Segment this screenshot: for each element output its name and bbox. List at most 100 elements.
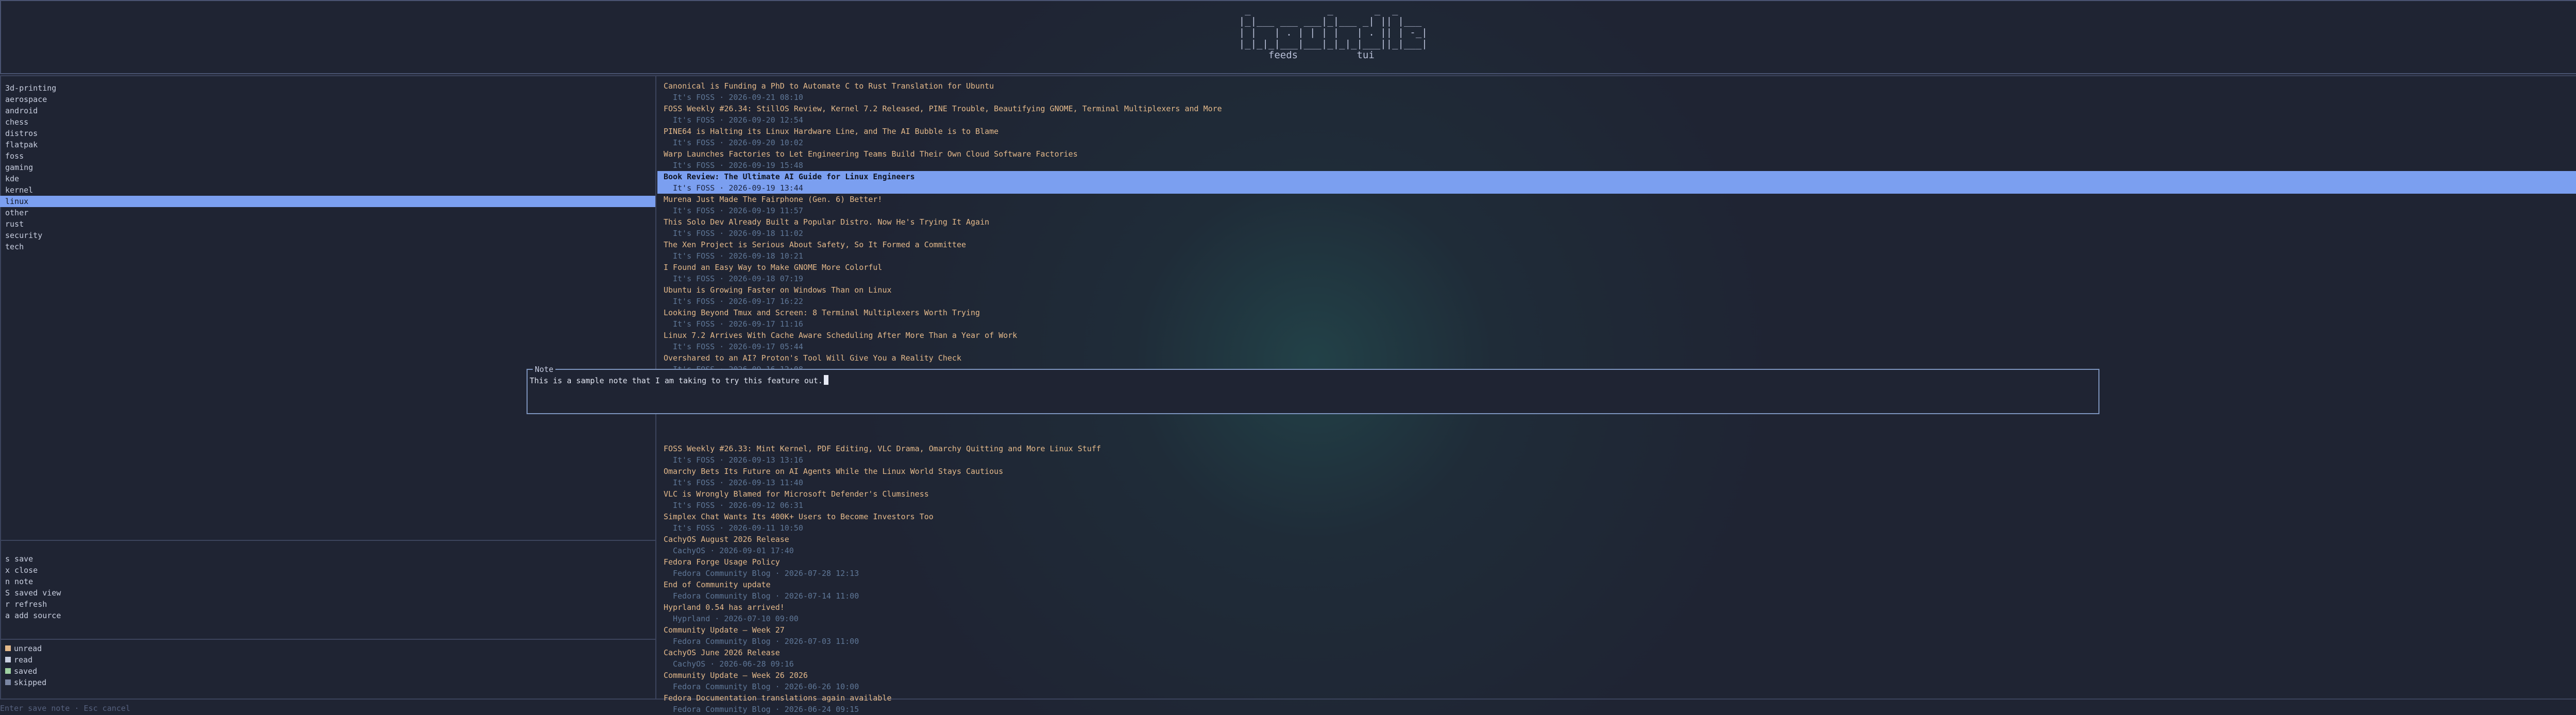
article-title: Murena Just Made The Fairphone (Gen. 6) … [664, 195, 883, 204]
article-title: I Found an Easy Way to Make GNOME More C… [664, 263, 883, 272]
sidebar-item-distros[interactable]: distros [0, 128, 655, 139]
sidebar-item-3d-printing[interactable]: 3d-printing [0, 82, 655, 94]
legend-label: unread [14, 644, 42, 653]
sidebar-item-android[interactable]: android [0, 105, 655, 116]
article-row[interactable]: Murena Just Made The Fairphone (Gen. 6) … [657, 194, 2576, 216]
article-title: FOSS Weekly #26.34: StillOS Review, Kern… [664, 104, 1222, 113]
article-title: VLC is Wrongly Blamed for Microsoft Defe… [664, 489, 929, 499]
legend-item-read: read [0, 654, 655, 666]
sidebar-item-flatpak[interactable]: flatpak [0, 139, 655, 150]
sidebar-divider [0, 540, 655, 541]
article-title: FOSS Weekly #26.33: Mint Kernel, PDF Edi… [664, 444, 1101, 453]
sidebar-item-gaming[interactable]: gaming [0, 162, 655, 173]
article-meta: It's FOSS · 2026-09-20 12:54 [673, 115, 803, 125]
sidebar-item-other[interactable]: other [0, 207, 655, 218]
article-meta: It's FOSS · 2026-09-13 13:16 [673, 455, 803, 465]
article-row[interactable]: Looking Beyond Tmux and Screen: 8 Termin… [657, 307, 2576, 330]
legend-swatch-icon [5, 645, 11, 651]
keybind-hint: r refresh [5, 600, 47, 609]
article-meta: It's FOSS · 2026-09-12 06:31 [673, 501, 803, 510]
article-row[interactable]: FOSS Weekly #26.33: Mint Kernel, PDF Edi… [657, 443, 2576, 466]
sidebar-item-kernel[interactable]: kernel [0, 184, 655, 196]
sidebar-item-chess[interactable]: chess [0, 116, 655, 128]
article-title: End of Community update [664, 580, 771, 589]
article-title: Book Review: The Ultimate AI Guide for L… [664, 172, 915, 181]
article-row[interactable]: This Solo Dev Already Built a Popular Di… [657, 216, 2576, 239]
status-legend: unread read saved skipped [0, 643, 655, 688]
article-row[interactable]: I Found an Easy Way to Make GNOME More C… [657, 262, 2576, 284]
article-title: Community Update – Week 26 2026 [664, 671, 808, 680]
article-row[interactable]: CachyOS August 2026 Release CachyOS · 202… [657, 534, 2576, 556]
sidebar-item-security[interactable]: security [0, 230, 655, 241]
article-meta: It's FOSS · 2026-09-19 13:44 [673, 183, 803, 193]
article-meta: It's FOSS · 2026-09-18 07:19 [673, 274, 803, 283]
article-row[interactable]: Linux 7.2 Arrives With Cache Aware Sched… [657, 330, 2576, 352]
article-row[interactable]: CachyOS June 2026 Release CachyOS · 2026-… [657, 647, 2576, 670]
status-bar: Enter save note · Esc cancel [0, 704, 130, 713]
article-meta: It's FOSS · 2026-09-19 11:57 [673, 206, 803, 215]
article-row[interactable]: Book Review: The Ultimate AI Guide for L… [657, 171, 2576, 194]
article-row[interactable]: PINE64 is Halting its Linux Hardware Lin… [657, 126, 2576, 148]
article-row[interactable]: Community Update – Week 26 2026 Fedora Co… [657, 670, 2576, 692]
article-title: Ubuntu is Growing Faster on Windows Than… [664, 285, 892, 295]
legend-swatch-icon [5, 679, 11, 685]
article-row[interactable]: Fedora Forge Usage Policy Fedora Communit… [657, 556, 2576, 579]
sidebar-item-kde[interactable]: kde [0, 173, 655, 184]
category-list: 3d-printing aerospace android chess distros f… [0, 82, 655, 252]
legend-swatch-icon [5, 668, 11, 674]
keybind-hint: x close [5, 566, 38, 575]
article-row[interactable]: Canonical is Funding a PhD to Automate C… [657, 80, 2576, 103]
article-meta: CachyOS · 2026-09-01 17:40 [673, 546, 794, 555]
keybind-list: s save x close n note S saved view r refresh… [0, 553, 655, 621]
article-title: CachyOS June 2026 Release [664, 648, 780, 657]
article-title: This Solo Dev Already Built a Popular Di… [664, 217, 990, 227]
article-title: Simplex Chat Wants Its 400K+ Users to Be… [664, 512, 934, 521]
app-logo: _ _ _ _ |_|___ ___ ___|_|___ _| || |___ … [1239, 4, 1428, 61]
legend-label: read [14, 655, 33, 665]
article-meta: Hyprland · 2026-07-10 09:00 [673, 614, 799, 623]
sidebar-item-tech[interactable]: tech [0, 241, 655, 252]
sidebar-item-aerospace[interactable]: aerospace [0, 94, 655, 105]
article-row[interactable]: VLC is Wrongly Blamed for Microsoft Defe… [657, 488, 2576, 511]
keybind-hint: S saved view [5, 588, 61, 598]
keybind-hint: s save [5, 554, 33, 564]
article-row[interactable]: Simplex Chat Wants Its 400K+ Users to Be… [657, 511, 2576, 534]
article-meta: It's FOSS · 2026-09-21 08:10 [673, 93, 803, 102]
article-meta: It's FOSS · 2026-09-17 05:44 [673, 342, 803, 351]
article-title: Linux 7.2 Arrives With Cache Aware Sched… [664, 331, 1018, 340]
header: _ _ _ _ |_|___ ___ ___|_|___ _| || |___ … [0, 0, 2576, 74]
legend-item-skipped: skipped [0, 677, 655, 688]
text-cursor [823, 375, 828, 385]
article-meta: It's FOSS · 2026-09-17 11:16 [673, 319, 803, 329]
legend-item-unread: unread [0, 643, 655, 654]
sidebar-item-linux[interactable]: linux [0, 196, 655, 207]
article-meta: It's FOSS · 2026-09-18 10:21 [673, 251, 803, 261]
legend-label: saved [14, 667, 38, 676]
sidebar-item-rust[interactable]: rust [0, 218, 655, 230]
article-row[interactable]: Warp Launches Factories to Let Engineeri… [657, 148, 2576, 171]
article-row[interactable]: Community Update – Week 27 Fedora Communi… [657, 624, 2576, 647]
article-row[interactable]: FOSS Weekly #26.34: StillOS Review, Kern… [657, 103, 2576, 126]
article-title: Warp Launches Factories to Let Engineeri… [664, 149, 1078, 159]
article-row[interactable]: Hyprland 0.54 has arrived! Hyprland · 202… [657, 602, 2576, 624]
article-title: Canonical is Funding a PhD to Automate C… [664, 81, 994, 91]
article-row[interactable]: End of Community update Fedora Community … [657, 579, 2576, 602]
article-title: Hyprland 0.54 has arrived! [664, 603, 785, 612]
sidebar-divider [0, 639, 655, 640]
note-dialog: Note This is a sample note that I am tak… [527, 364, 2099, 414]
article-row[interactable]: Omarchy Bets Its Future on AI Agents Whi… [657, 466, 2576, 488]
article-row[interactable]: Ubuntu is Growing Faster on Windows Than… [657, 284, 2576, 307]
legend-item-saved: saved [0, 666, 655, 677]
article-row[interactable]: The Xen Project is Serious About Safety,… [657, 239, 2576, 262]
sidebar-item-foss[interactable]: foss [0, 150, 655, 162]
article-meta: Fedora Community Blog · 2026-07-14 11:00 [673, 591, 859, 601]
legend-label: skipped [14, 678, 47, 687]
note-input[interactable]: This is a sample note that I am taking t… [530, 375, 828, 386]
keybind-hint: n note [5, 577, 33, 586]
article-title: Fedora Forge Usage Policy [664, 557, 780, 567]
terminal-app: _ _ _ _ |_|___ ___ ___|_|___ _| || |___ … [0, 0, 2576, 715]
note-input-text: This is a sample note that I am taking t… [530, 376, 823, 385]
article-title: The Xen Project is Serious About Safety,… [664, 240, 966, 249]
article-meta: It's FOSS · 2026-09-19 15:48 [673, 161, 803, 170]
article-meta: Fedora Community Blog · 2026-07-28 12:13 [673, 569, 859, 578]
